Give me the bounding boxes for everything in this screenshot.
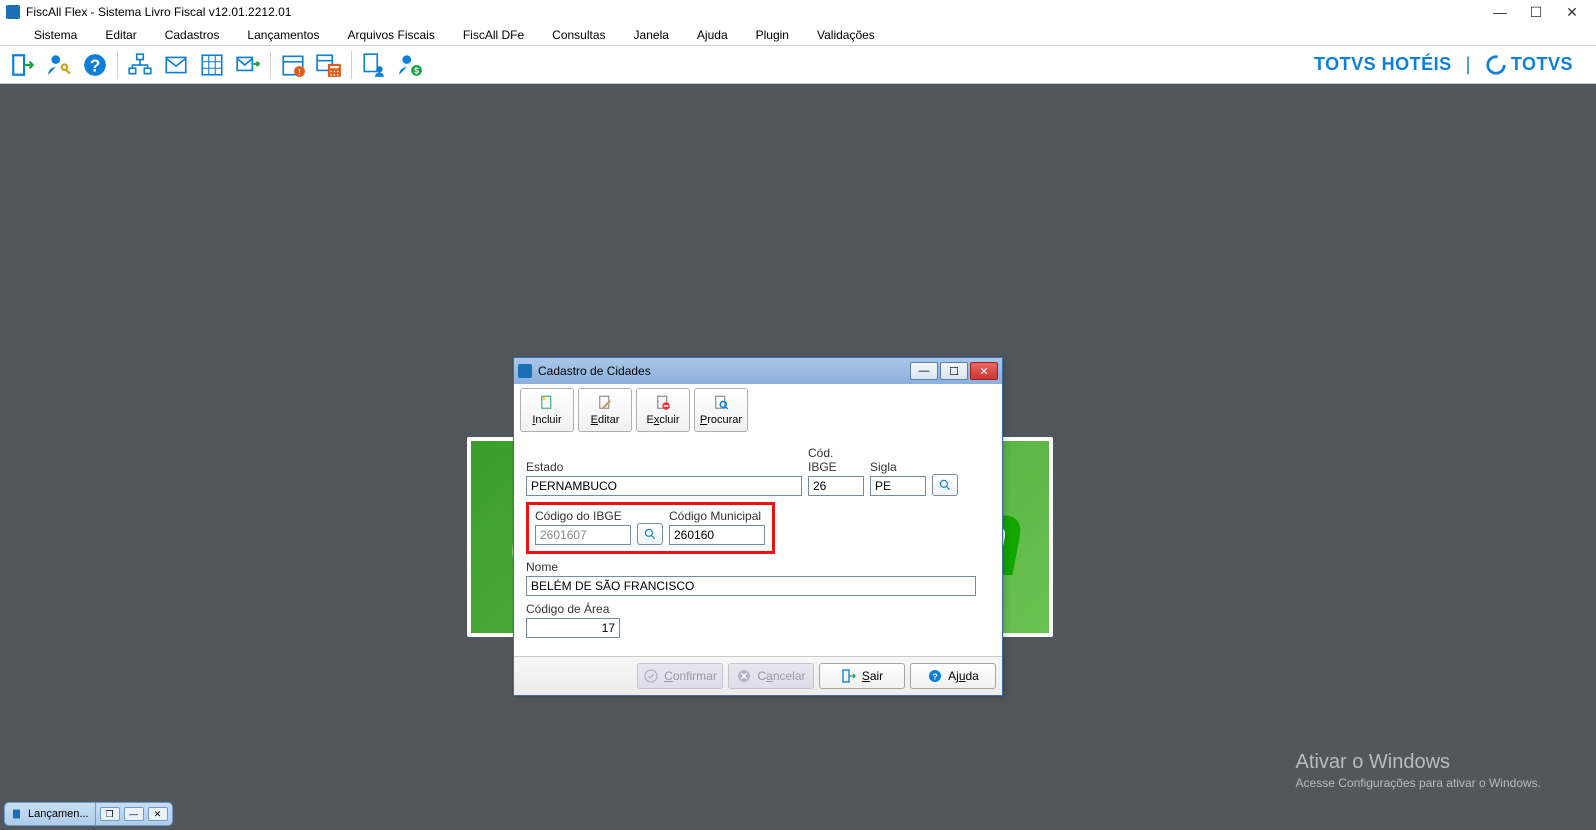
search-doc-icon [712, 394, 730, 412]
task-lancamentos[interactable]: Lançamen... [4, 802, 96, 826]
watermark-title: Ativar o Windows [1296, 751, 1541, 774]
confirmar-button: Confirmar [637, 663, 723, 689]
svg-text:?: ? [932, 671, 937, 681]
tb-user-money-icon[interactable]: $ [393, 50, 427, 80]
tb-help-icon[interactable]: ? [78, 50, 112, 80]
input-codigo-area[interactable] [526, 618, 620, 638]
menu-consultas[interactable]: Consultas [538, 28, 619, 42]
brand-hotel: TOTVS HOTÉIS [1314, 54, 1452, 75]
task-controls: ❐ — ✕ [96, 802, 173, 826]
dialog-titlebar: Cadastro de Cidades — ☐ ✕ [514, 358, 1002, 384]
label-estado: Estado [526, 460, 802, 474]
delete-doc-icon [654, 394, 672, 412]
exit-icon [841, 668, 857, 684]
label-codigo-municipal: Código Municipal [669, 509, 765, 523]
incluir-button[interactable]: Incluir [520, 388, 574, 432]
doc-icon [11, 808, 23, 820]
search-icon [938, 478, 952, 492]
dialog-title: Cadastro de Cidades [538, 364, 651, 378]
brand-area: TOTVS HOTÉIS | TOTVS [1314, 54, 1591, 76]
dialog-body: Estado Cód. IBGE Sigla [514, 434, 1002, 656]
editar-button[interactable]: Editar [578, 388, 632, 432]
menu-fiscall-dfe[interactable]: FiscAll DFe [449, 28, 538, 42]
tb-grid-icon[interactable] [195, 50, 229, 80]
cancelar-button: Cancelar [728, 663, 814, 689]
edit-doc-icon [596, 394, 614, 412]
input-codigo-municipal[interactable] [669, 525, 765, 545]
menu-sistema[interactable]: Sistema [20, 28, 91, 42]
toolbar: ? ! $ TOTVS HOTÉIS | TOTVS [0, 46, 1596, 84]
totvs-ring-icon [1485, 54, 1507, 76]
procurar-button[interactable]: Procurar [694, 388, 748, 432]
tb-mail-send-icon[interactable] [231, 50, 265, 80]
help-icon: ? [927, 668, 943, 684]
app-title: FiscAll Flex - Sistema Livro Fiscal v12.… [26, 5, 291, 19]
menu-lancamentos[interactable]: Lançamentos [233, 28, 333, 42]
workspace: n Cadastro de Cidades — ☐ ✕ Incluir Edit… [0, 84, 1596, 830]
task-minimize-button[interactable]: — [124, 807, 144, 821]
menu-arquivos-fiscais[interactable]: Arquivos Fiscais [333, 28, 448, 42]
minimize-button[interactable]: — [1482, 0, 1518, 24]
menu-validacoes[interactable]: Validações [803, 28, 889, 42]
search-icon [643, 527, 657, 541]
tb-exit-icon[interactable] [6, 50, 40, 80]
input-codigo-do-ibge[interactable] [535, 525, 631, 545]
task-close-button[interactable]: ✕ [148, 807, 168, 821]
menu-janela[interactable]: Janela [620, 28, 683, 42]
tb-user-key-icon[interactable] [42, 50, 76, 80]
dialog-footer: Confirmar Cancelar Sair ? Ajuda [514, 656, 1002, 695]
svg-text:!: ! [298, 66, 301, 76]
dialog-toolbar: Incluir Editar Excluir Procurar [514, 384, 1002, 434]
menubar: Sistema Editar Cadastros Lançamentos Arq… [0, 24, 1596, 46]
app-window: FiscAll Flex - Sistema Livro Fiscal v12.… [0, 0, 1596, 830]
dialog-close-button[interactable]: ✕ [970, 362, 998, 380]
menu-editar[interactable]: Editar [91, 28, 150, 42]
watermark-subtitle: Acesse Configurações para ativar o Windo… [1296, 776, 1541, 790]
svg-text:?: ? [90, 55, 101, 75]
menu-cadastros[interactable]: Cadastros [151, 28, 234, 42]
label-sigla: Sigla [870, 460, 926, 474]
input-nome[interactable] [526, 576, 976, 596]
sair-button[interactable]: Sair [819, 663, 905, 689]
tb-calendar-calc-icon[interactable] [312, 50, 346, 80]
tb-mail-icon[interactable] [159, 50, 193, 80]
dialog-maximize-button[interactable]: ☐ [940, 362, 968, 380]
lookup-ibge-button[interactable] [637, 523, 663, 545]
input-cod-ibge[interactable] [808, 476, 864, 496]
ajuda-button[interactable]: ? Ajuda [910, 663, 996, 689]
label-codigo-do-ibge: Código do IBGE [535, 509, 631, 523]
mdi-taskbar: Lançamen... ❐ — ✕ [4, 802, 173, 826]
dialog-minimize-button[interactable]: — [910, 362, 938, 380]
svg-text:$: $ [414, 65, 419, 75]
cancel-icon [736, 668, 752, 684]
brand-totvs: TOTVS [1485, 54, 1573, 76]
new-doc-icon [538, 394, 556, 412]
windows-watermark: Ativar o Windows Acesse Configurações pa… [1296, 751, 1541, 790]
excluir-button[interactable]: Excluir [636, 388, 690, 432]
input-estado[interactable] [526, 476, 802, 496]
close-button[interactable]: ✕ [1554, 0, 1590, 24]
label-codigo-area: Código de Área [526, 602, 620, 616]
menu-ajuda[interactable]: Ajuda [683, 28, 742, 42]
app-icon [6, 5, 20, 19]
tb-user-doc-icon[interactable] [357, 50, 391, 80]
label-cod-ibge: Cód. IBGE [808, 446, 864, 474]
menu-plugin[interactable]: Plugin [742, 28, 803, 42]
tb-org-icon[interactable] [123, 50, 157, 80]
label-nome: Nome [526, 560, 990, 574]
lookup-estado-button[interactable] [932, 474, 958, 496]
tb-calendar-alert-icon[interactable]: ! [276, 50, 310, 80]
task-restore-button[interactable]: ❐ [100, 807, 120, 821]
input-sigla[interactable] [870, 476, 926, 496]
dialog-icon [518, 364, 532, 378]
highlighted-section: Código do IBGE Código Municipal [526, 502, 775, 554]
check-icon [643, 668, 659, 684]
dialog-cadastro-cidades: Cadastro de Cidades — ☐ ✕ Incluir Editar… [513, 357, 1003, 696]
maximize-button[interactable]: ☐ [1518, 0, 1554, 24]
titlebar: FiscAll Flex - Sistema Livro Fiscal v12.… [0, 0, 1596, 24]
